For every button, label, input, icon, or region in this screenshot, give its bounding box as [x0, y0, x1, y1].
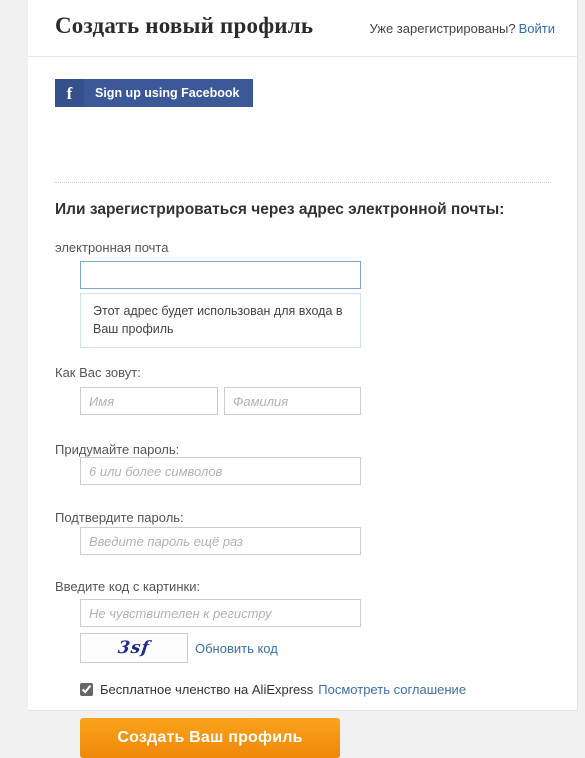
password-label: Придумайте пароль: — [55, 442, 180, 457]
registration-card: Создать новый профиль Уже зарегистрирова… — [28, 0, 578, 758]
signin-link[interactable]: Войти — [519, 21, 555, 36]
create-profile-button[interactable]: Создать Ваш профиль — [80, 718, 340, 758]
confirm-password-label: Подтвердите пароль: — [55, 510, 184, 525]
agreement-text: Бесплатное членство на AliExpress — [100, 682, 314, 697]
captcha-label: Введите код с картинки: — [55, 579, 201, 594]
confirm-password-input[interactable] — [80, 527, 361, 555]
agreement-row: Бесплатное членство на AliExpress Посмот… — [80, 682, 466, 697]
captcha-code-text: 3sf — [116, 638, 152, 658]
password-input[interactable] — [80, 457, 361, 485]
signin-prompt-text: Уже зарегистрированы? — [369, 21, 516, 36]
facebook-f-icon: f — [55, 79, 84, 107]
email-section-title: Или зарегистрироваться через адрес элект… — [55, 201, 505, 218]
signin-prompt: Уже зарегистрированы? Войти — [369, 21, 555, 36]
page-title: Создать новый профиль — [55, 13, 314, 38]
page-background: Создать новый профиль Уже зарегистрирова… — [0, 0, 585, 758]
name-label: Как Вас зовут: — [55, 365, 141, 380]
email-hint-box: Этот адрес будет использован для входа в… — [80, 293, 361, 349]
first-name-input[interactable] — [80, 387, 218, 415]
email-label: электронная почта — [55, 240, 169, 255]
email-input[interactable] — [80, 261, 361, 289]
facebook-signup-label: Sign up using Facebook — [95, 86, 240, 100]
facebook-signup-button[interactable]: f Sign up using Facebook — [55, 79, 254, 107]
captcha-input[interactable] — [80, 599, 361, 627]
card-header: Создать новый профиль Уже зарегистрирова… — [28, 0, 577, 57]
refresh-captcha-link[interactable]: Обновить код — [195, 641, 278, 656]
view-agreement-link[interactable]: Посмотреть соглашение — [318, 682, 466, 697]
captcha-image: 3sf — [80, 633, 188, 663]
agreement-checkbox[interactable] — [80, 683, 93, 696]
last-name-input[interactable] — [224, 387, 361, 415]
section-divider — [55, 182, 551, 183]
